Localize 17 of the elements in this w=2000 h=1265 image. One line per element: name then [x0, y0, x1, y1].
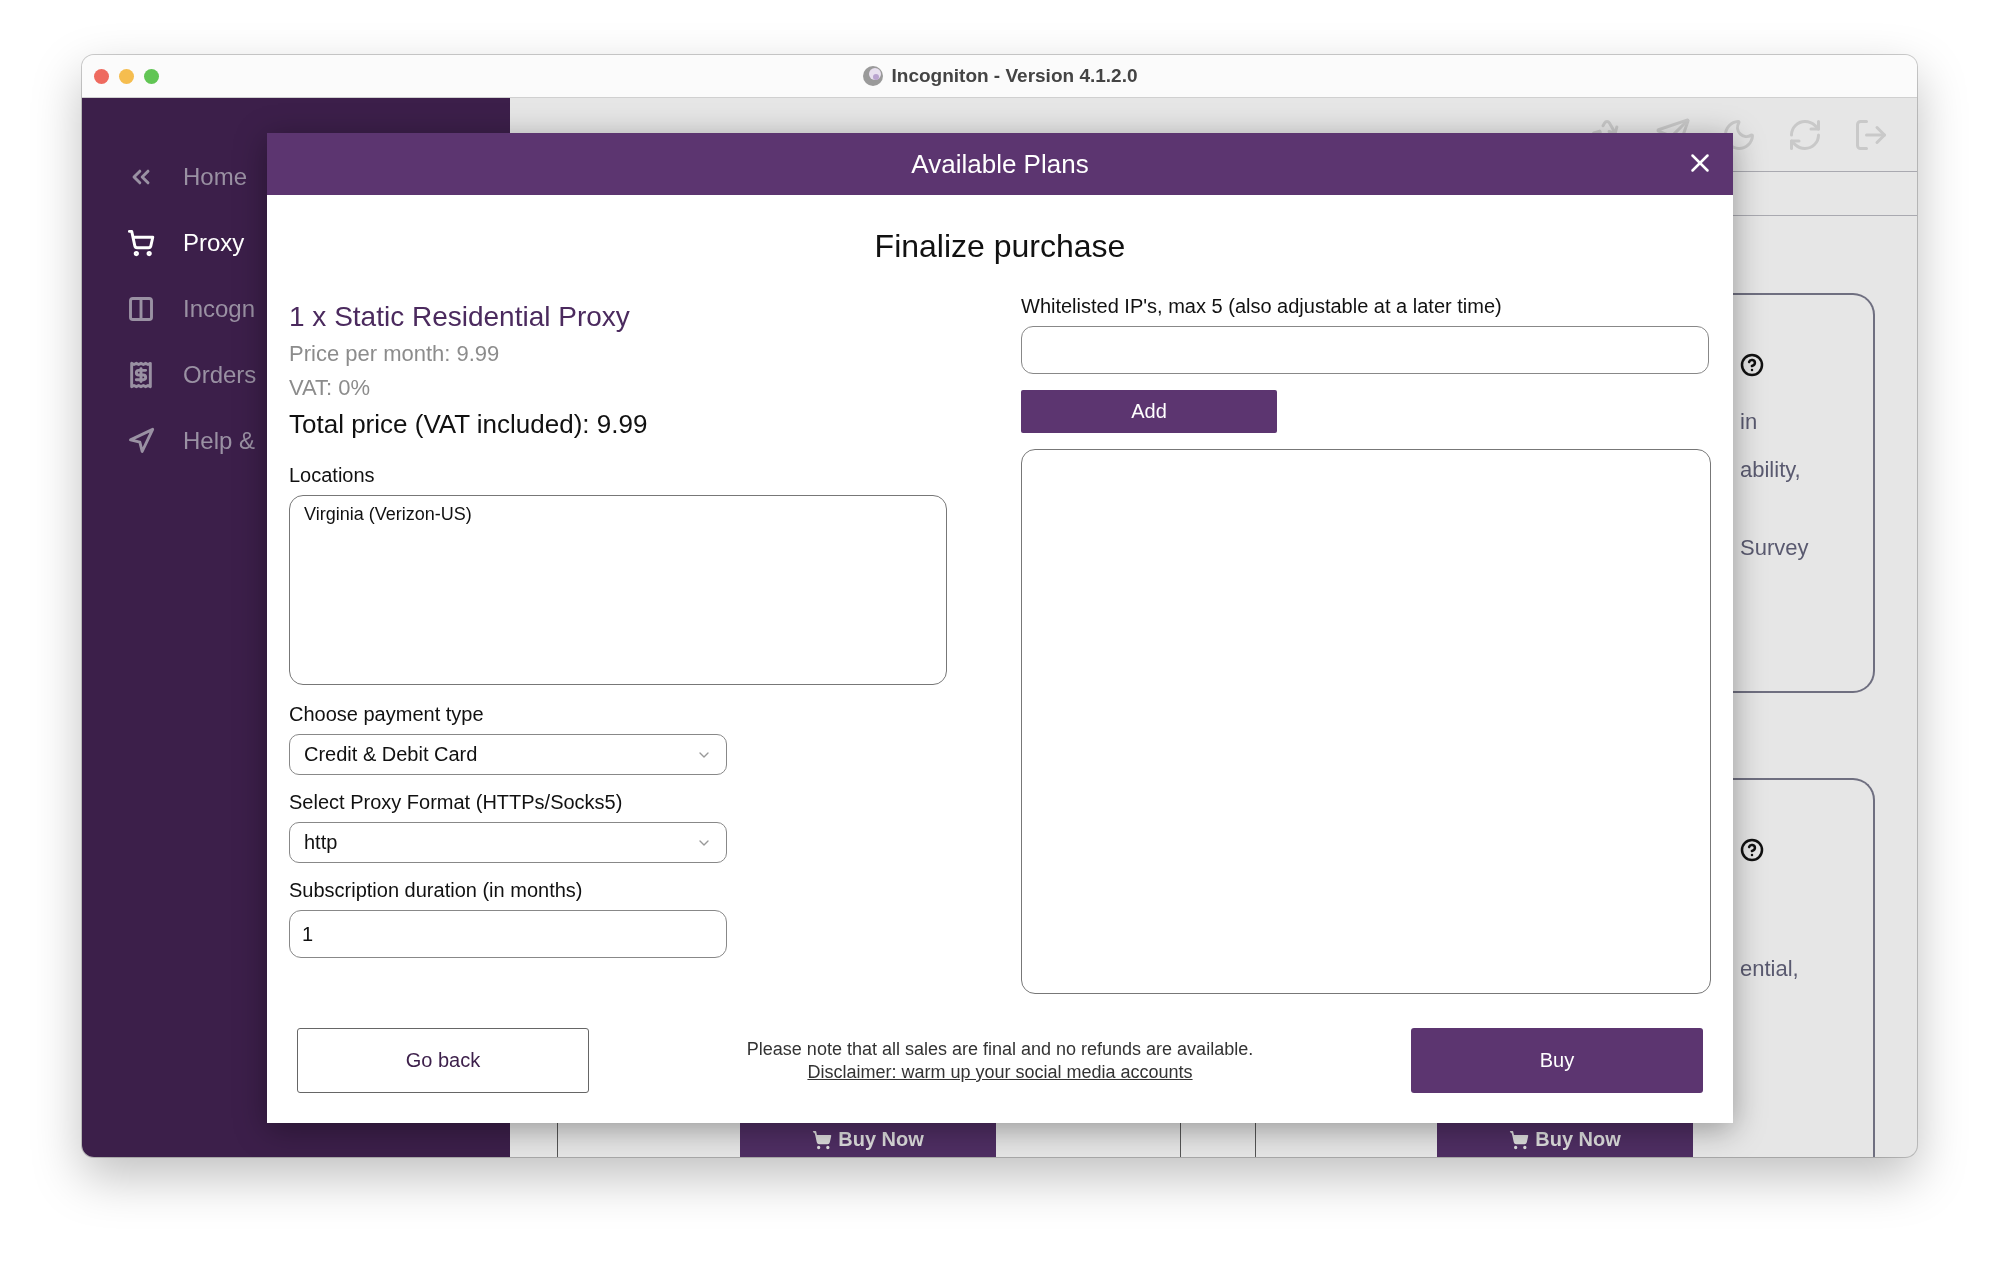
dialog-title: Available Plans	[911, 148, 1089, 180]
dialog-heading: Finalize purchase	[873, 228, 1127, 265]
payment-label: Choose payment type	[289, 703, 485, 726]
card-text: Survey	[1740, 535, 1810, 561]
format-label: Select Proxy Format (HTTPs/Socks5)	[289, 791, 624, 814]
product-title: 1 x Static Residential Proxy	[289, 301, 631, 333]
card-text: in	[1740, 409, 1759, 435]
duration-label: Subscription duration (in months)	[289, 879, 584, 902]
locations-label: Locations	[289, 464, 376, 487]
price-text: Price per month: 9.99	[289, 341, 501, 367]
window-title: Incogniton - Version 4.1.2.0	[891, 65, 1138, 87]
vat-text: VAT: 0%	[289, 375, 372, 401]
sales-note: Please note that all sales are final and no refunds are available.	[746, 1038, 1254, 1060]
total-price: Total price (VAT included): 9.99	[289, 409, 649, 440]
card-text: ability,	[1740, 457, 1802, 483]
whitelist-label: Whitelisted IP's, max 5 (also adjustable at a later time)	[1021, 295, 1503, 318]
card-text: ential,	[1740, 956, 1800, 982]
